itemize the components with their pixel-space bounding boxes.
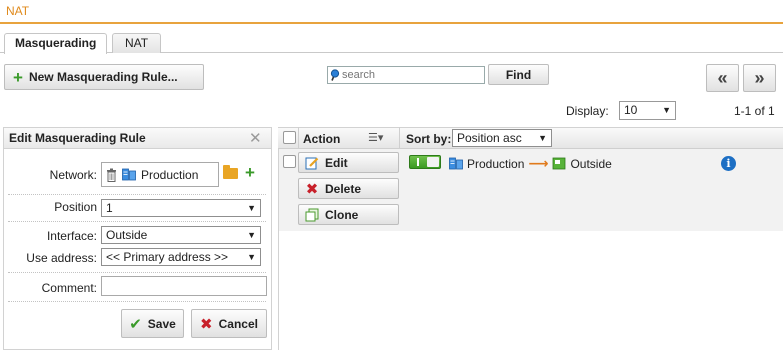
page-range-text: 1-1 of 1 <box>734 104 775 118</box>
enabled-toggle[interactable] <box>409 155 441 169</box>
page-size-value: 10 <box>624 103 638 117</box>
comment-label: Comment: <box>41 281 97 295</box>
edit-panel-title: Edit Masquerading Rule <box>3 127 272 149</box>
new-masquerading-rule-button[interactable]: + New Masquerading Rule... <box>4 64 204 90</box>
save-label: Save <box>147 316 176 331</box>
chevron-down-icon: ▼ <box>538 133 547 143</box>
edit-label: Edit <box>325 155 348 170</box>
clone-icon <box>305 208 319 222</box>
close-icon[interactable]: ✕ <box>249 129 262 147</box>
use-address-select[interactable]: << Primary address >> ▼ <box>101 248 261 266</box>
search-box[interactable] <box>327 66 485 84</box>
use-address-label: Use address: <box>26 251 97 265</box>
interface-value: Outside <box>106 228 148 242</box>
position-label: Position <box>54 200 97 214</box>
rule-interface: Outside <box>570 156 612 171</box>
checkmark-icon: ✔ <box>129 315 142 333</box>
divider <box>8 301 266 302</box>
cancel-label: Cancel <box>218 316 258 331</box>
sort-select[interactable]: Position asc ▼ <box>452 129 552 147</box>
save-button[interactable]: ✔ Save <box>121 309 184 338</box>
position-value: 1 <box>106 201 113 215</box>
interface-label: Interface: <box>46 229 97 243</box>
find-button[interactable]: Find <box>488 64 549 85</box>
select-all-checkbox[interactable] <box>283 131 296 144</box>
edit-icon <box>305 156 319 170</box>
divider <box>8 194 266 195</box>
first-page-button[interactable]: « <box>706 64 739 92</box>
network-label: Network: <box>49 168 97 182</box>
search-icon <box>330 69 340 81</box>
chevron-down-icon: ▼ <box>247 203 256 213</box>
delete-x-icon: ✖ <box>305 180 319 198</box>
page-title: NAT <box>6 4 30 18</box>
column-divider <box>399 127 400 149</box>
divider <box>8 272 266 273</box>
sort-value: Position asc <box>457 131 522 145</box>
network-value: Production <box>141 167 199 182</box>
arrow-right-icon: ⟶ <box>528 155 549 171</box>
folder-icon[interactable] <box>223 165 238 179</box>
add-network-icon[interactable]: + <box>245 163 255 183</box>
network-icon <box>449 157 463 170</box>
chevron-down-icon: ▼ <box>662 105 671 115</box>
column-divider <box>298 127 299 149</box>
search-input[interactable] <box>340 68 476 82</box>
interface-icon <box>553 157 566 170</box>
trash-icon[interactable] <box>106 168 117 182</box>
clone-button[interactable]: Clone <box>298 204 399 225</box>
column-menu-icon[interactable]: ☰▾ <box>368 131 383 144</box>
comment-input[interactable] <box>101 276 267 296</box>
action-column-header: Action <box>303 132 341 146</box>
tab-masquerading[interactable]: Masquerading <box>4 33 108 54</box>
cancel-x-icon: ✖ <box>200 315 213 333</box>
use-address-value: << Primary address >> <box>106 250 229 264</box>
page-size-select[interactable]: 10 ▼ <box>619 101 676 120</box>
sort-label: Sort by: <box>406 132 452 146</box>
rule-summary: Production ⟶ Outside <box>449 155 612 172</box>
network-field[interactable]: Production <box>101 162 219 187</box>
tab-nat[interactable]: NAT <box>112 33 162 53</box>
chevron-down-icon: ▼ <box>247 252 256 262</box>
new-rule-label: New Masquerading Rule... <box>28 70 178 84</box>
divider <box>8 221 266 222</box>
network-icon <box>122 168 136 181</box>
display-label: Display: <box>566 104 609 118</box>
row-checkbox[interactable] <box>283 155 296 168</box>
rule-network: Production <box>467 156 525 171</box>
info-icon[interactable]: i <box>721 156 736 171</box>
plus-icon: + <box>13 67 23 87</box>
clone-label: Clone <box>325 207 359 222</box>
chevron-down-icon: ▼ <box>247 230 256 240</box>
cancel-button[interactable]: ✖ Cancel <box>191 309 267 338</box>
delete-label: Delete <box>325 181 362 196</box>
interface-select[interactable]: Outside ▼ <box>101 226 261 244</box>
edit-button[interactable]: Edit <box>298 152 399 173</box>
delete-button[interactable]: ✖ Delete <box>298 178 399 199</box>
next-page-button[interactable]: » <box>743 64 776 92</box>
page-header <box>0 0 783 24</box>
position-select[interactable]: 1 ▼ <box>101 199 261 217</box>
